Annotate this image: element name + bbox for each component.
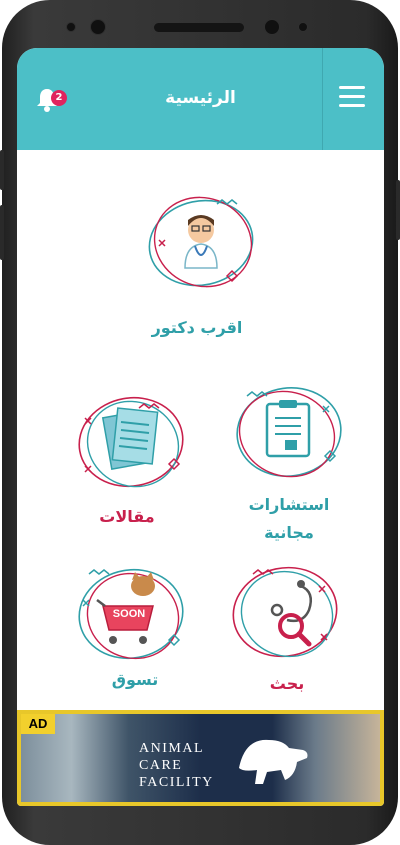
ad-image[interactable]: ANIMAL CARE FACILITY bbox=[21, 714, 380, 802]
power-button bbox=[396, 180, 400, 240]
consultations-label-line2: مجانية bbox=[264, 523, 314, 542]
front-camera bbox=[90, 19, 106, 35]
consultations-label-line1: استشارات bbox=[248, 495, 330, 514]
soon-sign: SOON bbox=[112, 608, 146, 620]
ad-headline: ANIMAL CARE FACILITY bbox=[139, 740, 214, 791]
tile-articles[interactable] bbox=[69, 388, 199, 498]
volume-button bbox=[0, 150, 4, 190]
newspaper-icon bbox=[78, 396, 184, 488]
doctor-icon bbox=[148, 196, 254, 288]
tile-nearest-doctor-label[interactable]: اقرب دكتور bbox=[117, 314, 277, 342]
tile-search-label[interactable]: بحث bbox=[207, 670, 367, 698]
ad-line-1: ANIMAL bbox=[139, 741, 204, 756]
app-screen: 2 الرئيسية اقرب دكتور استشارات مجانية مق… bbox=[17, 48, 384, 806]
tile-shop-label[interactable]: تسوق bbox=[55, 666, 215, 694]
dog-silhouette-icon bbox=[239, 739, 308, 784]
app-header: 2 الرئيسية bbox=[17, 48, 384, 150]
tile-shop[interactable]: SOON bbox=[69, 560, 199, 670]
proximity-sensor bbox=[298, 22, 308, 32]
tile-free-consultations[interactable] bbox=[225, 378, 355, 488]
menu-icon[interactable] bbox=[339, 86, 365, 108]
clipboard-icon bbox=[236, 387, 342, 478]
sensor bbox=[66, 22, 76, 32]
ad-line-2: CARE bbox=[139, 758, 183, 773]
ad-line-3: FACILITY bbox=[139, 775, 214, 790]
tile-search[interactable] bbox=[223, 558, 353, 668]
volume-button bbox=[0, 205, 4, 260]
front-camera-secondary bbox=[264, 19, 280, 35]
page-title: الرئيسية bbox=[165, 88, 236, 108]
ad-label-badge: AD bbox=[21, 714, 55, 734]
tile-free-consultations-label[interactable]: استشارات مجانية bbox=[209, 491, 369, 547]
ad-banner[interactable]: ANIMAL CARE FACILITY AD bbox=[17, 710, 384, 806]
tile-articles-label[interactable]: مقالات bbox=[47, 503, 207, 531]
stethoscope-search-icon bbox=[232, 566, 338, 658]
speaker-grille bbox=[154, 23, 244, 32]
